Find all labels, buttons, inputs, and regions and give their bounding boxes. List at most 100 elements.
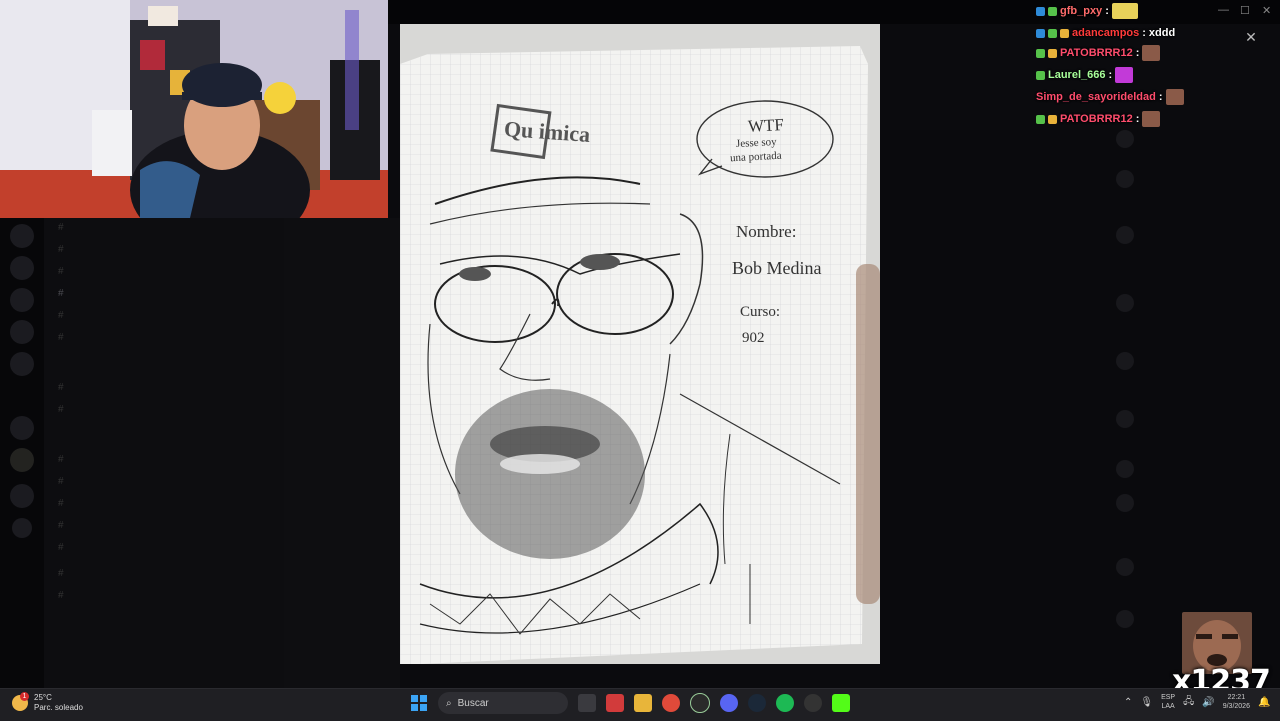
badge-icon <box>1048 48 1057 58</box>
add-server-icon[interactable] <box>12 518 32 538</box>
avatar[interactable] <box>1116 352 1134 370</box>
bubble-line-2: Jesse soy <box>735 135 777 151</box>
channel-item[interactable]: # <box>58 382 64 393</box>
discord-icon[interactable] <box>720 694 738 712</box>
clock-date: 9/3/2026 <box>1222 703 1250 710</box>
chat-separator: : <box>1135 47 1140 59</box>
chat-separator: : <box>1142 27 1146 39</box>
channel-item[interactable]: # <box>58 310 64 321</box>
badge-icon <box>1036 70 1045 80</box>
weather-temp: 25°C <box>34 693 52 702</box>
server-icon[interactable] <box>10 224 34 248</box>
server-rail <box>0 218 44 688</box>
chat-separator: : <box>1158 91 1163 103</box>
badge-icon <box>1036 114 1045 124</box>
member-list <box>880 130 1280 688</box>
clock-time: 22:21 <box>1227 694 1246 701</box>
channel-item[interactable]: # <box>58 332 64 343</box>
badge-icon <box>1048 114 1057 124</box>
search-placeholder: Buscar <box>457 697 489 709</box>
server-icon[interactable] <box>10 448 34 472</box>
channel-item[interactable]: # <box>58 222 64 233</box>
maximize-icon[interactable]: ☐ <box>1240 4 1250 17</box>
system-tray: ⌃ 🎙 ESP LAA 🖧 🔊 22:21 9/3/2026 🔔 <box>1124 693 1270 711</box>
course-value: 902 <box>742 330 765 346</box>
channel-item[interactable]: # <box>58 542 64 553</box>
chat-message: PATOBRRR12 : <box>1036 110 1161 128</box>
obs-icon[interactable] <box>804 694 822 712</box>
clock[interactable]: 22:21 9/3/2026 <box>1223 693 1250 711</box>
avatar[interactable] <box>1116 558 1134 576</box>
bubble-line-1: WTF <box>747 115 785 136</box>
server-icon[interactable] <box>10 256 34 280</box>
windows-start-icon[interactable] <box>410 694 428 712</box>
weather-widget[interactable]: 1 25°C Parc. soleado <box>12 692 83 713</box>
stream-chat-overlay: gfb_pxy : adancampos : xddd PATOBRRR12 :… <box>1036 0 1236 135</box>
taskbar-search[interactable]: ⌕ Buscar <box>438 692 568 714</box>
app-icon[interactable] <box>606 694 624 712</box>
server-icon[interactable] <box>10 320 34 344</box>
server-icon[interactable] <box>10 416 34 440</box>
steam-icon[interactable] <box>748 694 766 712</box>
spotify-icon[interactable] <box>776 694 794 712</box>
chat-area-background <box>284 218 400 688</box>
server-icon[interactable] <box>10 484 34 508</box>
notifications-icon[interactable]: 🔔 <box>1258 697 1270 708</box>
drawing-canvas <box>400 24 880 664</box>
name-label: Nombre: <box>736 222 797 241</box>
channel-item[interactable]: # <box>58 266 64 277</box>
course-label: Curso: <box>740 304 781 320</box>
avatar[interactable] <box>1116 410 1134 428</box>
channel-item[interactable]: # <box>58 498 64 509</box>
chat-separator: : <box>1108 69 1113 81</box>
channel-item[interactable]: # <box>58 476 64 487</box>
task-view-icon[interactable] <box>578 694 596 712</box>
avatar[interactable] <box>1116 494 1134 512</box>
channel-item[interactable]: # <box>58 288 64 299</box>
badge-icon <box>1048 28 1057 38</box>
language-indicator[interactable]: ESP LAA <box>1161 693 1175 711</box>
badge-icon <box>1036 28 1045 38</box>
notification-badge: 1 <box>20 692 29 701</box>
channel-list: # # # # # # # # # # # # # # # <box>44 218 284 688</box>
channel-item[interactable]: # <box>58 590 64 601</box>
avatar[interactable] <box>1116 170 1134 188</box>
chat-separator: : <box>1135 113 1140 125</box>
close-icon[interactable]: ✕ <box>1242 28 1260 46</box>
file-explorer-icon[interactable] <box>634 694 652 712</box>
avatar[interactable] <box>1116 294 1134 312</box>
channel-item[interactable]: # <box>58 454 64 465</box>
volume-icon[interactable]: 🔊 <box>1202 697 1214 708</box>
chat-separator: : <box>1105 5 1109 17</box>
avatar[interactable] <box>1116 460 1134 478</box>
webcam-image <box>0 0 388 218</box>
chat-message: adancampos : xddd <box>1036 24 1175 42</box>
server-icon[interactable] <box>10 288 34 312</box>
chat-username: PATOBRRR12 <box>1060 113 1133 125</box>
avatar[interactable] <box>1116 610 1134 628</box>
taskbar-apps: ⌕ Buscar <box>410 692 850 714</box>
microphone-icon[interactable]: 🎙 <box>1140 697 1153 708</box>
chevron-up-icon[interactable]: ⌃ <box>1124 697 1132 708</box>
channel-item[interactable]: # <box>58 404 64 415</box>
channel-item[interactable]: # <box>58 568 64 579</box>
network-icon[interactable]: 🖧 <box>1183 694 1194 711</box>
emote-icon <box>1142 45 1161 61</box>
chat-text: xddd <box>1148 27 1176 39</box>
emote-icon <box>1165 89 1184 105</box>
xbox-icon[interactable] <box>690 693 710 713</box>
channel-item[interactable]: # <box>58 244 64 255</box>
channel-item[interactable]: # <box>58 520 64 531</box>
chat-username: PATOBRRR12 <box>1060 47 1133 59</box>
avatar[interactable] <box>1116 226 1134 244</box>
chat-message: Laurel_666 : <box>1036 66 1134 84</box>
server-icon[interactable] <box>10 352 34 376</box>
kick-icon[interactable] <box>832 694 850 712</box>
window-close-icon[interactable]: ✕ <box>1262 4 1271 17</box>
chat-username: adancampos <box>1072 27 1140 39</box>
chrome-icon[interactable] <box>662 694 680 712</box>
sun-icon: 1 <box>12 692 29 711</box>
lang-line-1: ESP <box>1161 694 1176 701</box>
name-value: Bob Medina <box>732 258 822 278</box>
chat-username: Laurel_666 <box>1048 69 1106 81</box>
